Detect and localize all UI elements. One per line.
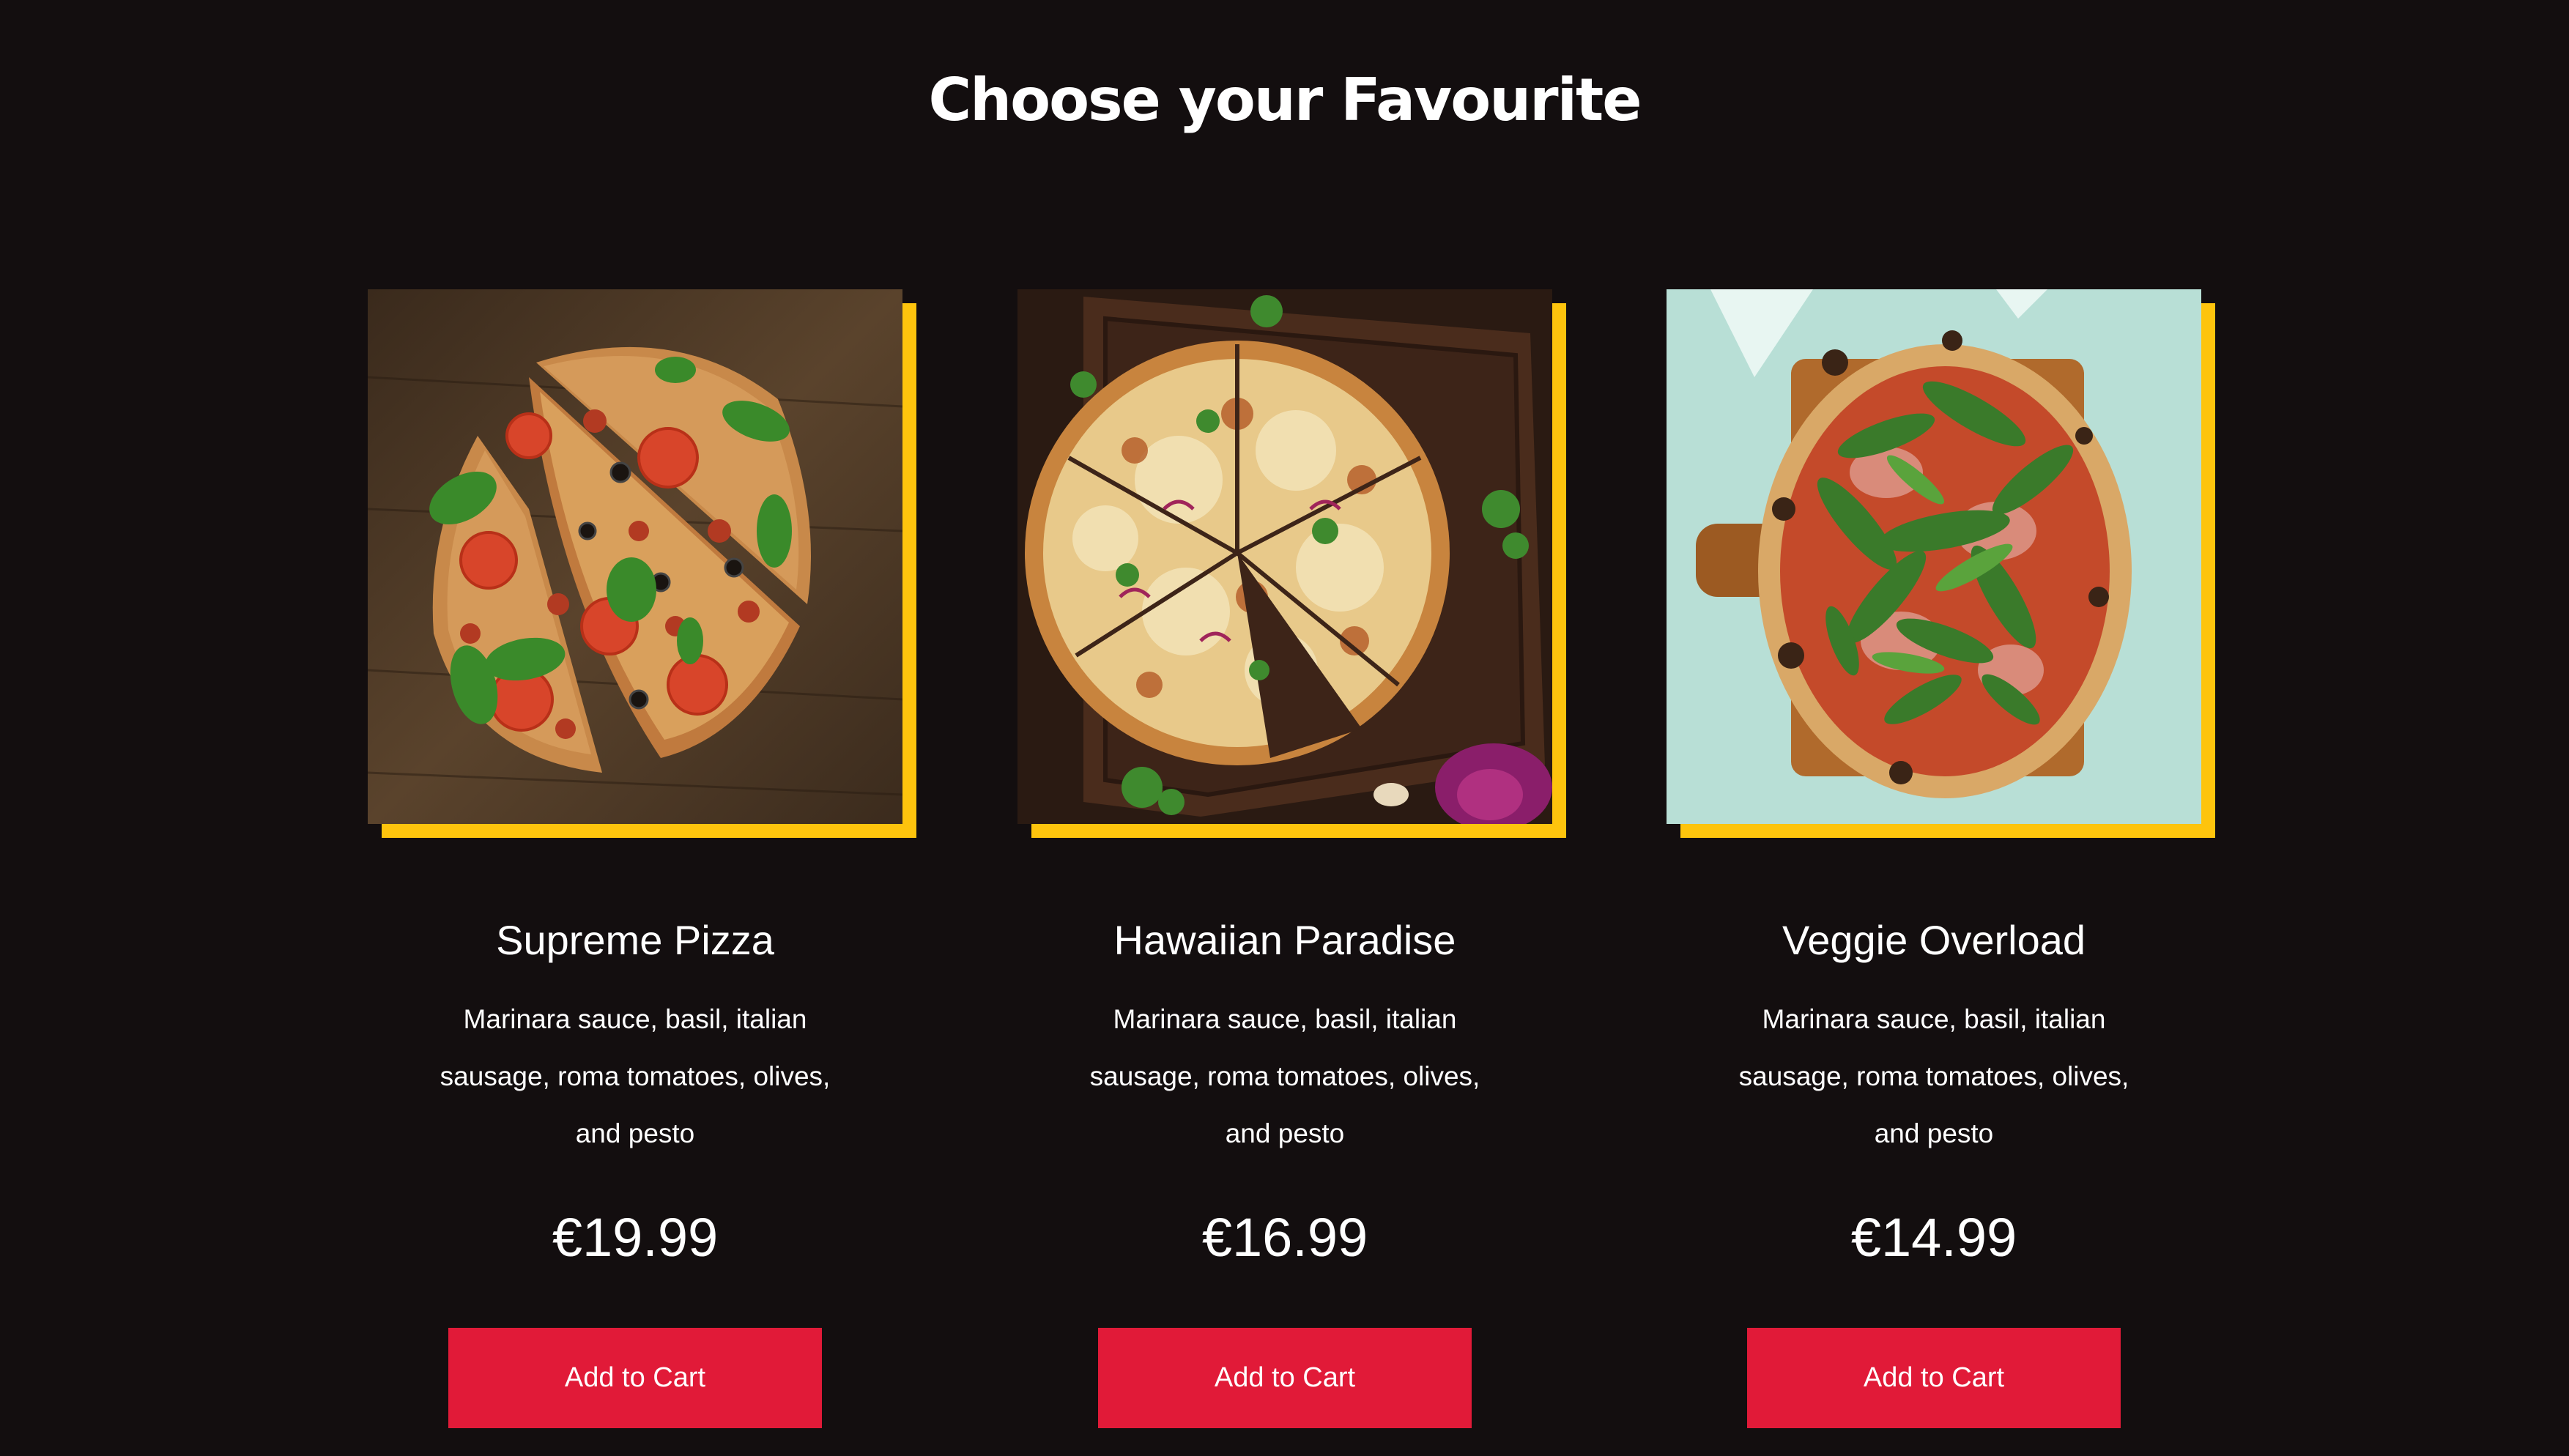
product-image-frame [1017, 289, 1566, 838]
add-to-cart-button[interactable]: Add to Cart [1098, 1328, 1472, 1428]
product-card-veggie-overload: Veggie Overload Marinara sauce, basil, i… [1667, 289, 2215, 1428]
product-name: Veggie Overload [1782, 917, 2086, 963]
product-card-supreme-pizza: Supreme Pizza Marinara sauce, basil, ita… [368, 289, 916, 1428]
product-description: Marinara sauce, basil, italian sausage, … [1089, 1004, 1480, 1148]
product-card-hawaiian-paradise: Hawaiian Paradise Marinara sauce, basil,… [1017, 289, 1566, 1428]
add-to-cart-button[interactable]: Add to Cart [1747, 1328, 2121, 1428]
product-price: €19.99 [552, 1207, 719, 1268]
supreme-pizza-image [368, 289, 902, 824]
page-title: Choose your Favourite [928, 66, 1642, 134]
product-image-frame [368, 289, 916, 838]
veggie-overload-image [1667, 289, 2201, 824]
product-image-frame [1667, 289, 2215, 838]
product-name: Supreme Pizza [496, 917, 774, 963]
add-to-cart-button[interactable]: Add to Cart [448, 1328, 822, 1428]
product-price: €14.99 [1850, 1207, 2017, 1268]
product-description: Marinara sauce, basil, italian sausage, … [1738, 1004, 2129, 1148]
hawaiian-paradise-image [1017, 289, 1552, 824]
product-name: Hawaiian Paradise [1113, 917, 1456, 963]
product-price: €16.99 [1201, 1207, 1368, 1268]
product-description: Marinara sauce, basil, italian sausage, … [440, 1004, 831, 1148]
